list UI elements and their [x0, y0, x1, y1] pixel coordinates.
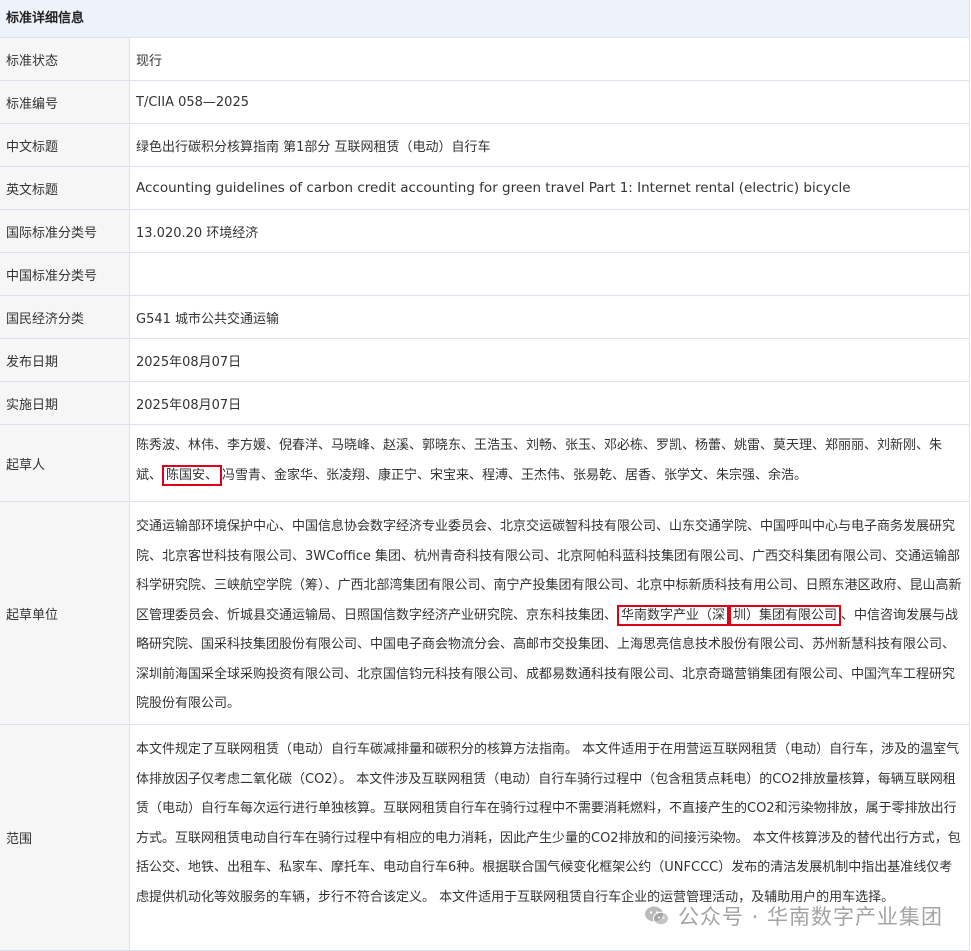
label-econ: 国民经济分类	[0, 296, 130, 338]
watermark: 公众号 · 华南数字产业集团	[644, 901, 943, 931]
value-number: T/CIIA 058—2025	[136, 94, 249, 110]
standard-detail-table: 标准详细信息 标准状态 现行 标准编号 T/CIIA 058—2025 中文标题…	[0, 0, 970, 951]
row-econ: 国民经济分类 G541 城市公共交通运输	[0, 296, 969, 339]
table-header: 标准详细信息	[0, 0, 969, 38]
label-ics: 国际标准分类号	[0, 210, 130, 252]
value-econ: G541 城市公共交通运输	[136, 311, 280, 327]
drafters-list-rest: 冯雪青、金家华、张凌翔、康正宁、宋宝来、程溥、王杰伟、张易乾、居香、张学文、朱宗…	[222, 467, 808, 483]
row-title-cn: 中文标题 绿色出行碳积分核算指南 第1部分 互联网租赁（电动）自行车	[0, 124, 969, 167]
highlighted-unit-part2: 圳）集团有限公司	[729, 604, 842, 626]
highlighted-drafter: 陈国安、	[162, 464, 223, 486]
label-implement: 实施日期	[0, 382, 130, 424]
row-units: 起草单位 交通运输部环境保护中心、中国信息协会数字经济专业委员会、北京交运碳智科…	[0, 502, 969, 725]
value-title-cn: 绿色出行碳积分核算指南 第1部分 互联网租赁（电动）自行车	[136, 139, 491, 155]
row-status: 标准状态 现行	[0, 38, 969, 81]
row-implement: 实施日期 2025年08月07日	[0, 382, 969, 425]
label-status: 标准状态	[0, 38, 130, 80]
row-ics: 国际标准分类号 13.020.20 环境经济	[0, 210, 969, 253]
label-drafters: 起草人	[0, 425, 130, 501]
value-units: 交通运输部环境保护中心、中国信息协会数字经济专业委员会、北京交运碳智科技有限公司…	[130, 502, 969, 724]
label-title-cn: 中文标题	[0, 124, 130, 166]
watermark-text: 公众号 · 华南数字产业集团	[677, 905, 943, 929]
row-release: 发布日期 2025年08月07日	[0, 339, 969, 382]
label-number: 标准编号	[0, 81, 130, 123]
label-ccs: 中国标准分类号	[0, 253, 130, 295]
row-title-en: 英文标题 Accounting guidelines of carbon cre…	[0, 167, 969, 210]
value-release: 2025年08月07日	[136, 354, 242, 370]
value-drafters: 陈秀波、林伟、李方媛、倪春洋、马晓峰、赵溪、郭晓东、王浩玉、刘畅、张玉、邓必栋、…	[130, 425, 969, 501]
label-title-en: 英文标题	[0, 167, 130, 209]
wechat-icon	[644, 906, 669, 926]
highlighted-unit-part1: 华南数字产业（深	[617, 604, 730, 626]
value-ccs	[130, 253, 969, 295]
value-ics: 13.020.20 环境经济	[136, 225, 259, 241]
row-ccs: 中国标准分类号	[0, 253, 969, 296]
row-number: 标准编号 T/CIIA 058—2025	[0, 81, 969, 124]
row-drafters: 起草人 陈秀波、林伟、李方媛、倪春洋、马晓峰、赵溪、郭晓东、王浩玉、刘畅、张玉、…	[0, 425, 969, 502]
value-implement: 2025年08月07日	[136, 397, 242, 413]
label-scope: 范围	[0, 725, 130, 950]
label-units: 起草单位	[0, 502, 130, 724]
value-status: 现行	[136, 53, 163, 69]
label-release: 发布日期	[0, 339, 130, 381]
value-title-en: Accounting guidelines of carbon credit a…	[136, 180, 851, 196]
